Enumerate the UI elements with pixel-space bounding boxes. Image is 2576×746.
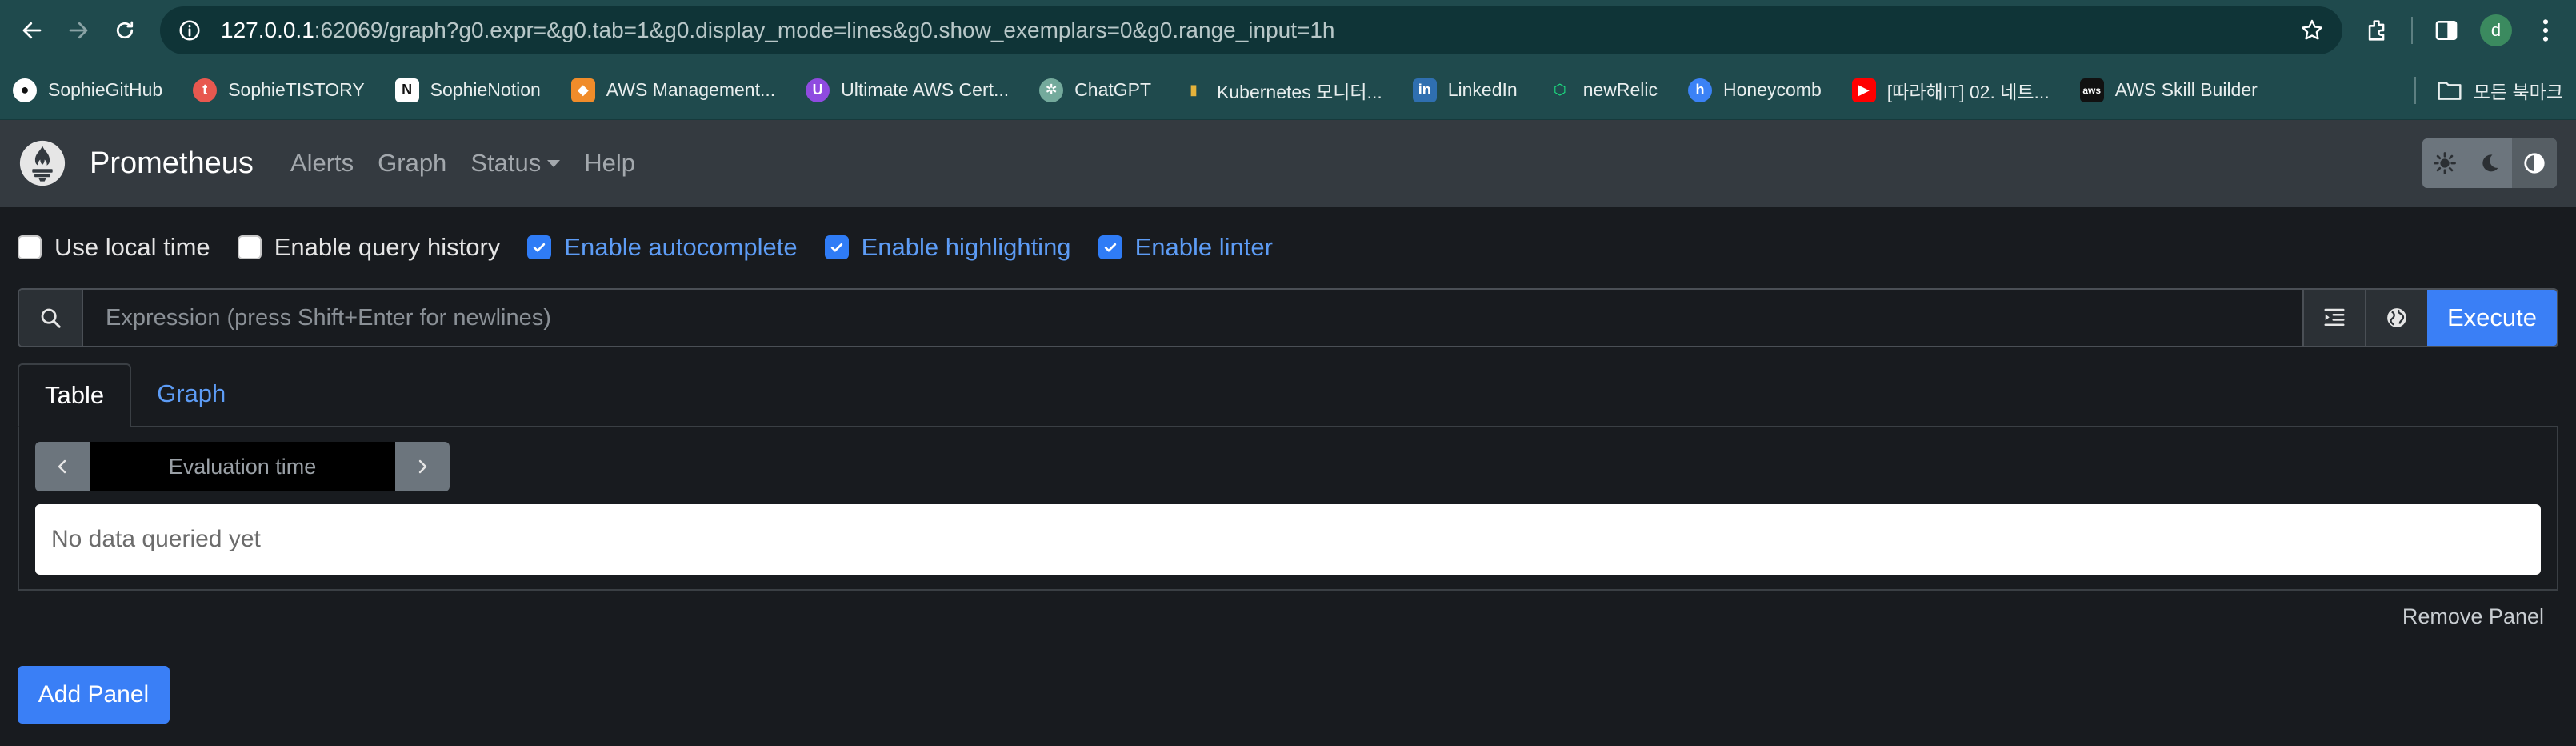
bookmark-ultimate-aws-cert[interactable]: U Ultimate AWS Cert... <box>806 78 1009 102</box>
url-text: 127.0.0.1:62069/graph?g0.expr=&g0.tab=1&… <box>221 18 1335 42</box>
no-data-message: No data queried yet <box>35 504 2541 575</box>
contrast-icon <box>2524 153 2545 174</box>
toolbar-divider <box>2411 17 2413 44</box>
bookmark-star-icon[interactable] <box>2299 18 2325 43</box>
expression-input[interactable] <box>83 290 2302 346</box>
execute-button[interactable]: Execute <box>2427 290 2557 346</box>
linkedin-icon: in <box>1412 78 1437 102</box>
query-options: Use local time Enable query history Enab… <box>18 207 2558 288</box>
aws-cube-icon: ◆ <box>570 78 595 102</box>
remove-panel-row: Remove Panel <box>18 591 2558 642</box>
enable-query-history-option[interactable]: Enable query history <box>237 233 500 262</box>
all-bookmarks-folder[interactable]: 모든 북마크 <box>2414 76 2563 104</box>
next-time-button[interactable] <box>395 442 450 491</box>
search-icon <box>19 290 83 346</box>
side-panel-icon[interactable] <box>2430 14 2462 46</box>
checkbox-unchecked[interactable] <box>237 235 262 259</box>
prometheus-logo-icon[interactable] <box>19 140 66 186</box>
metrics-explorer-button[interactable] <box>2365 290 2427 346</box>
indent-icon <box>2324 308 2345 326</box>
previous-time-button[interactable] <box>35 442 90 491</box>
check-icon <box>534 243 546 252</box>
arrow-right-icon <box>69 22 88 39</box>
udemy-icon: U <box>806 78 830 102</box>
folder-icon <box>2438 81 2462 100</box>
add-panel-button[interactable]: Add Panel <box>18 666 170 724</box>
bookmark-honeycomb[interactable]: h Honeycomb <box>1688 78 1822 102</box>
bar-chart-icon: ▮ <box>1190 82 1198 98</box>
brand-title[interactable]: Prometheus <box>90 146 254 181</box>
notion-icon: N <box>394 78 419 102</box>
reload-button[interactable] <box>107 13 142 48</box>
caret-down-icon <box>547 159 561 167</box>
nav-graph[interactable]: Graph <box>378 149 446 178</box>
newrelic-icon: ⬡ <box>1553 82 1566 98</box>
checkbox-checked[interactable] <box>527 235 552 259</box>
chevron-right-icon <box>418 459 427 474</box>
bookmark-youtube-network[interactable]: ▶ [따라해IT] 02. 네트... <box>1851 77 2050 104</box>
nav-status-dropdown[interactable]: Status <box>470 149 561 178</box>
evaluation-time-picker: Evaluation time <box>35 442 450 491</box>
bookmark-sophietistory[interactable]: t SophieTISTORY <box>193 78 365 102</box>
chatgpt-icon: ✲ <box>1039 78 1064 102</box>
auto-theme-button[interactable] <box>2512 138 2557 188</box>
evaluation-time-input[interactable]: Evaluation time <box>90 442 395 491</box>
arrow-left-icon <box>22 22 42 39</box>
checkbox-unchecked[interactable] <box>18 235 42 259</box>
bookmark-sophiegithub[interactable]: ● SophieGitHub <box>13 78 162 102</box>
profile-avatar[interactable]: d <box>2480 14 2512 46</box>
nav-alerts[interactable]: Alerts <box>290 149 354 178</box>
tab-table[interactable]: Table <box>18 363 132 427</box>
enable-highlighting-option[interactable]: Enable highlighting <box>824 233 1071 262</box>
bookmarks-bar: ● SophieGitHub t SophieTISTORY N SophieNoti… <box>0 61 2576 120</box>
bookmark-kubernetes[interactable]: ▮ Kubernetes 모니터... <box>1182 77 1382 104</box>
table-panel: Evaluation time No data queried yet <box>18 427 2558 591</box>
enable-linter-option[interactable]: Enable linter <box>1098 233 1273 262</box>
address-bar[interactable]: 127.0.0.1:62069/graph?g0.expr=&g0.tab=1&… <box>160 6 2342 54</box>
bookmark-newrelic[interactable]: ⬡ newRelic <box>1548 78 1658 102</box>
moon-icon <box>2482 154 2498 172</box>
sun-icon <box>2434 152 2456 174</box>
bookmark-aws-management[interactable]: ◆ AWS Management... <box>570 78 775 102</box>
expression-input-group: Execute <box>18 288 2558 347</box>
tab-graph[interactable]: Graph <box>131 362 251 426</box>
checkbox-checked[interactable] <box>824 235 849 259</box>
back-button[interactable] <box>14 13 50 48</box>
globe-icon <box>2387 308 2406 327</box>
checkbox-checked[interactable] <box>1098 235 1122 259</box>
format-expression-button[interactable] <box>2302 290 2365 346</box>
extensions-icon[interactable] <box>2362 14 2394 46</box>
bookmark-aws-skill-builder[interactable]: aws AWS Skill Builder <box>2079 78 2258 102</box>
github-icon: ● <box>13 78 37 102</box>
theme-toggle-group <box>2422 138 2557 188</box>
check-icon <box>1104 243 1116 252</box>
kebab-menu-icon[interactable] <box>2530 14 2562 46</box>
tistory-icon: t <box>193 78 218 102</box>
bookmark-linkedin[interactable]: in LinkedIn <box>1412 78 1518 102</box>
site-info-icon[interactable] <box>178 18 202 42</box>
remove-panel-button[interactable]: Remove Panel <box>2402 604 2544 629</box>
dark-theme-button[interactable] <box>2467 138 2512 188</box>
browser-toolbar: 127.0.0.1:62069/graph?g0.expr=&g0.tab=1&… <box>0 0 2576 61</box>
aws-icon: aws <box>2079 78 2104 102</box>
use-local-time-option[interactable]: Use local time <box>18 233 210 262</box>
check-icon <box>830 243 842 252</box>
panel-tabs: Table Graph <box>18 363 2558 427</box>
reload-icon <box>116 21 134 39</box>
nav-help[interactable]: Help <box>584 149 635 178</box>
forward-button[interactable] <box>61 13 96 48</box>
chevron-left-icon <box>58 459 66 474</box>
youtube-icon: ▶ <box>1851 78 1876 102</box>
light-theme-button[interactable] <box>2422 138 2467 188</box>
bookmark-chatgpt[interactable]: ✲ ChatGPT <box>1039 78 1151 102</box>
honeycomb-icon: h <box>1688 78 1713 102</box>
bookmark-sophienotion[interactable]: N SophieNotion <box>394 78 541 102</box>
graph-page: Use local time Enable query history Enab… <box>0 207 2576 724</box>
enable-autocomplete-option[interactable]: Enable autocomplete <box>527 233 798 262</box>
prometheus-navbar: Prometheus Alerts Graph Status Help <box>0 120 2576 207</box>
bookmarks-divider <box>2414 76 2416 104</box>
